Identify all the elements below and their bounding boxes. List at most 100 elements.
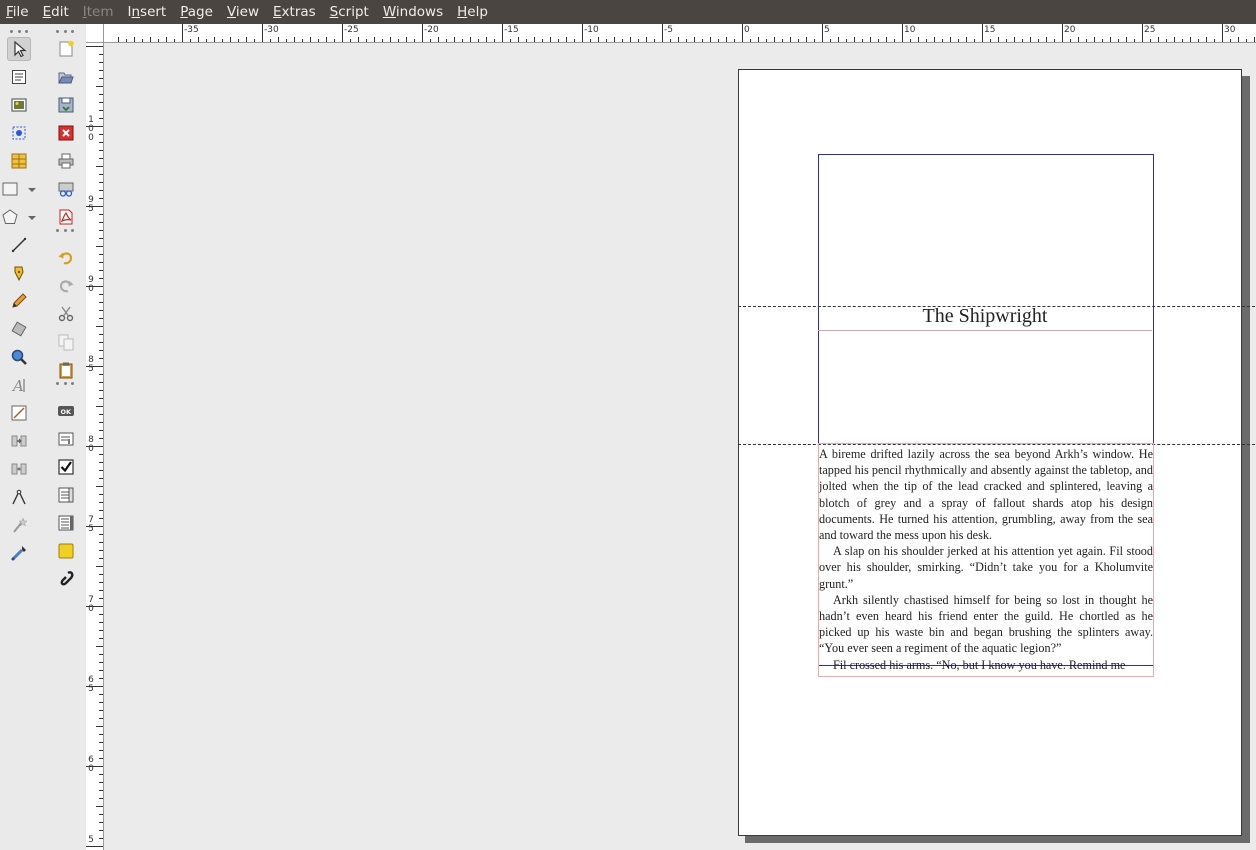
close-document-icon xyxy=(57,124,75,142)
menu-extras[interactable]: Extras xyxy=(267,0,324,24)
zoom-tool[interactable] xyxy=(7,345,31,369)
close-document-button[interactable] xyxy=(54,121,78,145)
toolbar-grip[interactable] xyxy=(56,28,74,34)
ruler-tick xyxy=(99,622,103,623)
chevron-down-icon[interactable] xyxy=(27,212,37,222)
menu-help[interactable]: Help xyxy=(451,0,496,24)
listbox-icon xyxy=(57,514,75,532)
link-annotation[interactable] xyxy=(54,567,78,591)
menu-file[interactable]: File xyxy=(0,0,37,24)
story-editor-icon xyxy=(10,404,28,422)
image-frame-tool[interactable] xyxy=(7,93,31,117)
ruler-tick xyxy=(646,37,647,42)
ruler-tick xyxy=(99,358,103,359)
pdf-push-button[interactable]: OK xyxy=(54,399,78,423)
copy-button[interactable] xyxy=(54,330,78,354)
line-tool[interactable] xyxy=(7,233,31,257)
redo-button[interactable] xyxy=(54,274,78,298)
ruler-origin[interactable] xyxy=(86,24,104,43)
table-tool[interactable] xyxy=(7,149,31,173)
freehand-tool[interactable] xyxy=(7,289,31,313)
page-title[interactable]: The Shipwright xyxy=(818,303,1152,329)
ruler-tick xyxy=(99,78,103,79)
pdf-list-box[interactable] xyxy=(54,511,78,535)
ruler-tick xyxy=(414,39,415,42)
ruler-tick xyxy=(1094,37,1095,42)
ruler-tick xyxy=(142,39,143,42)
new-document-button[interactable] xyxy=(54,37,78,61)
magnifier-icon xyxy=(10,348,28,366)
edit-text-tool[interactable]: A xyxy=(7,373,31,397)
horizontal-ruler[interactable]: -35 -30 -25 -20 -15 -10 -5 0 5 10 15 20 25 30 xyxy=(86,24,1256,43)
shape-tool[interactable] xyxy=(0,177,22,201)
ruler-tick xyxy=(99,582,103,583)
ruler-tick xyxy=(99,774,103,775)
menu-windows[interactable]: Windows xyxy=(377,0,451,24)
ruler-tick xyxy=(774,37,775,42)
save-document-button[interactable] xyxy=(54,93,78,117)
vertical-ruler[interactable]: 100 95 90 85 80 75 70 65 60 5 xyxy=(86,42,104,850)
menu-view[interactable]: View xyxy=(221,0,267,24)
edit-text-icon: A xyxy=(10,376,28,394)
menu-edit[interactable]: Edit xyxy=(37,0,77,24)
render-frame-tool[interactable] xyxy=(7,121,31,145)
ruler-tick xyxy=(99,502,103,503)
ruler-tick xyxy=(214,37,215,42)
copy-properties-tool[interactable] xyxy=(7,513,31,537)
ruler-tick xyxy=(99,558,103,559)
story-editor-tool[interactable] xyxy=(7,401,31,425)
ruler-tick xyxy=(422,24,423,42)
select-item-tool[interactable] xyxy=(7,37,31,61)
ruler-tick xyxy=(998,37,999,42)
ruler-label: -5 xyxy=(664,25,673,35)
measure-tool[interactable] xyxy=(7,485,31,509)
paste-button[interactable] xyxy=(54,358,78,382)
ruler-tick xyxy=(99,414,103,415)
ruler-tick xyxy=(99,750,103,751)
ruler-tick xyxy=(254,39,255,42)
text-frame-tool[interactable] xyxy=(7,65,31,89)
undo-button[interactable] xyxy=(54,246,78,270)
text-annotation[interactable] xyxy=(54,539,78,563)
pdf-textfield-icon xyxy=(57,430,75,448)
pdf-checkbox[interactable] xyxy=(54,455,78,479)
pdf-text-field[interactable] xyxy=(54,427,78,451)
pdf-combo-box[interactable] xyxy=(54,483,78,507)
export-pdf-button[interactable] xyxy=(54,205,78,229)
bezier-tool[interactable] xyxy=(7,261,31,285)
menu-page[interactable]: Page xyxy=(174,0,221,24)
polygon-tool[interactable] xyxy=(0,205,22,229)
ruler-tick xyxy=(99,110,103,111)
menu-item[interactable]: Item xyxy=(77,0,122,24)
ruler-tick xyxy=(1198,39,1199,42)
preflight-button[interactable] xyxy=(54,177,78,201)
menu-script[interactable]: Script xyxy=(324,0,377,24)
ruler-tick xyxy=(99,758,103,759)
eyedropper-tool[interactable] xyxy=(7,541,31,565)
ruler-tick xyxy=(99,310,103,311)
ruler-tick xyxy=(99,230,103,231)
document-canvas[interactable]: The Shipwright A bireme drifted lazily a… xyxy=(104,43,1256,850)
open-document-button[interactable] xyxy=(54,65,78,89)
rectangle-icon xyxy=(1,180,19,198)
unlink-frames-icon xyxy=(10,460,28,478)
ruler-tick xyxy=(870,37,871,42)
ruler-tick xyxy=(398,39,399,42)
ruler-tick xyxy=(99,630,103,631)
chevron-down-icon[interactable] xyxy=(27,184,37,194)
print-button[interactable] xyxy=(54,149,78,173)
ruler-tick xyxy=(510,39,511,42)
body-text-frame[interactable]: A bireme drifted lazily across the sea b… xyxy=(818,443,1154,677)
link-icon xyxy=(57,570,75,588)
menu-insert[interactable]: Insert xyxy=(122,0,175,24)
rotate-tool[interactable] xyxy=(7,317,31,341)
ruler-tick xyxy=(1158,37,1159,42)
ruler-tick xyxy=(99,214,103,215)
toolbar-grip[interactable] xyxy=(10,28,28,34)
link-frames-tool[interactable] xyxy=(7,429,31,453)
cut-button[interactable] xyxy=(54,302,78,326)
ruler-label: -25 xyxy=(344,25,359,35)
ruler-tick xyxy=(99,182,103,183)
ruler-tick xyxy=(390,37,391,42)
unlink-frames-tool[interactable] xyxy=(7,457,31,481)
